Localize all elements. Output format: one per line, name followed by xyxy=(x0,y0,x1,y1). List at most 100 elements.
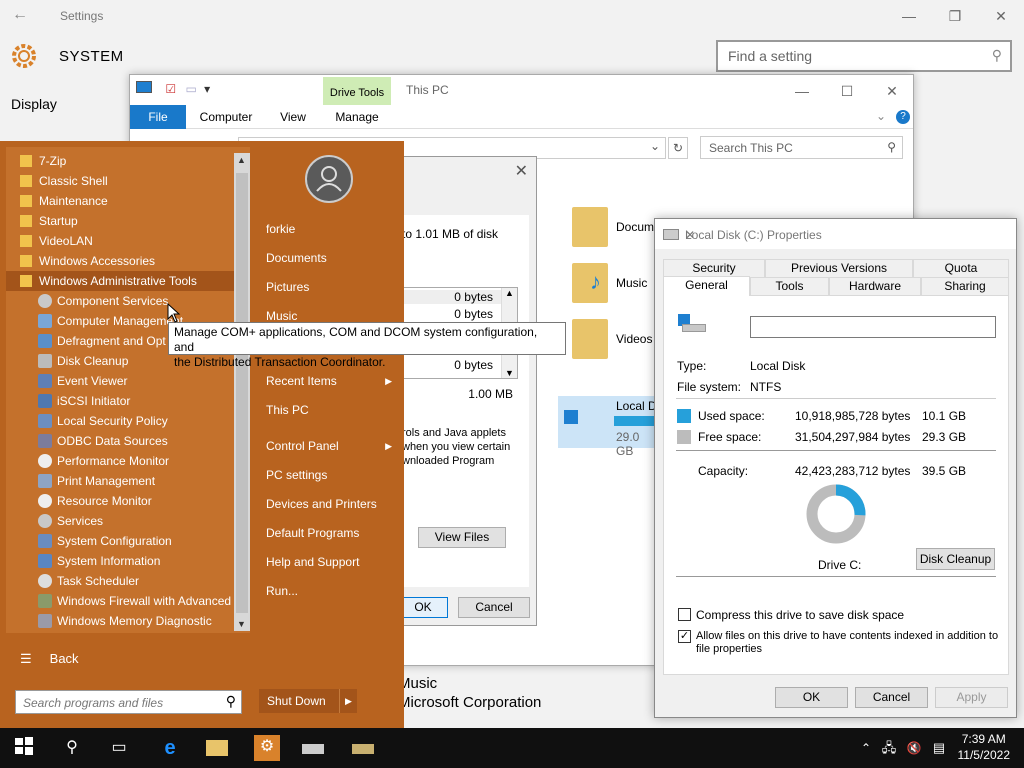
close-button[interactable]: ✕ xyxy=(978,4,1024,28)
folder-item-admin-tools[interactable]: Windows Administrative Tools xyxy=(6,271,238,291)
folder-icon[interactable] xyxy=(572,319,608,359)
folder-item-startup[interactable]: Startup xyxy=(6,211,238,231)
tool-item-iscsi[interactable]: iSCSI Initiator xyxy=(6,391,238,411)
folder-icon[interactable] xyxy=(572,207,608,247)
tool-item-print-management[interactable]: Print Management xyxy=(6,471,238,491)
tool-item-performance-monitor[interactable]: Performance Monitor xyxy=(6,451,238,471)
tab-security[interactable]: Security xyxy=(663,259,765,277)
search-icon[interactable]: ⚲ xyxy=(60,736,84,760)
view-files-button[interactable]: View Files xyxy=(418,527,506,548)
tab-general[interactable]: General xyxy=(663,276,750,296)
edge-icon[interactable]: e xyxy=(158,736,182,760)
quick-access-toolbar[interactable]: ☑ ▭ ▾ xyxy=(136,81,210,96)
user-name[interactable]: forkie xyxy=(266,222,295,236)
scrollbar-thumb[interactable] xyxy=(236,173,248,613)
folder-item-videolan[interactable]: VideoLAN xyxy=(6,231,238,251)
right-item-default-programs[interactable]: Default Programs xyxy=(266,526,359,540)
close-button[interactable]: ✕ xyxy=(515,161,528,181)
programs-scrollbar[interactable]: ▲ ▼ xyxy=(234,153,250,631)
search-input[interactable]: Search This PC ⚲ xyxy=(700,136,903,159)
volume-muted-icon[interactable]: 🔇 xyxy=(902,736,926,760)
notifications-icon[interactable]: ▤ xyxy=(927,736,951,760)
right-item-documents[interactable]: Documents xyxy=(266,251,327,265)
help-icon[interactable]: ? xyxy=(896,110,910,124)
folder-item-maintenance[interactable]: Maintenance xyxy=(6,191,238,211)
tool-item-odbc[interactable]: ODBC Data Sources xyxy=(6,431,238,451)
folder-item-classic-shell[interactable]: Classic Shell xyxy=(6,171,238,191)
folder-item-7zip[interactable]: 7-Zip xyxy=(6,151,238,171)
avatar[interactable] xyxy=(305,155,353,203)
right-item-run[interactable]: Run... xyxy=(266,584,298,598)
tab-previous-versions[interactable]: Previous Versions xyxy=(765,259,913,277)
windows-start-icon[interactable] xyxy=(12,736,36,760)
tab-view[interactable]: View xyxy=(270,105,316,129)
drive-label-input[interactable] xyxy=(750,316,996,338)
right-item-control-panel[interactable]: Control Panel xyxy=(266,439,339,453)
tool-item-windows-firewall[interactable]: Windows Firewall with Advanced xyxy=(6,591,238,611)
right-item-recent-items[interactable]: Recent Items xyxy=(266,374,337,388)
tool-item-component-services[interactable]: Component Services xyxy=(6,291,238,311)
ok-button[interactable]: OK xyxy=(398,597,448,618)
properties-icon[interactable]: ☑ xyxy=(165,82,176,96)
network-icon[interactable]: 🖧 xyxy=(877,736,901,760)
folder-videos[interactable]: Videos xyxy=(616,332,652,346)
disk-cleanup-button[interactable]: Disk Cleanup xyxy=(916,548,995,570)
tool-item-system-information[interactable]: System Information xyxy=(6,551,238,571)
new-folder-icon[interactable]: ▭ xyxy=(185,82,196,96)
tool-item-resource-monitor[interactable]: Resource Monitor xyxy=(6,491,238,511)
tool-item-task-scheduler[interactable]: Task Scheduler xyxy=(6,571,238,591)
cancel-button[interactable]: Cancel xyxy=(855,687,928,708)
tab-sharing[interactable]: Sharing xyxy=(921,277,1009,295)
tool-item-system-configuration[interactable]: System Configuration xyxy=(6,531,238,551)
chevron-up-icon[interactable]: ⌃ xyxy=(854,736,878,760)
tab-hardware[interactable]: Hardware xyxy=(829,277,921,295)
tab-computer[interactable]: Computer xyxy=(192,105,260,129)
right-item-help-support[interactable]: Help and Support xyxy=(266,555,359,569)
tab-tools[interactable]: Tools xyxy=(750,277,829,295)
find-setting-input[interactable]: Find a setting ⚲ xyxy=(716,40,1012,72)
chevron-up-icon[interactable]: ▲ xyxy=(237,155,246,165)
folder-music[interactable]: Music xyxy=(616,276,647,290)
ok-button[interactable]: OK xyxy=(775,687,848,708)
shutdown-options-button[interactable]: ▶ xyxy=(339,689,357,713)
right-item-pc-settings[interactable]: PC settings xyxy=(266,468,327,482)
back-button[interactable]: ☰ Back xyxy=(20,651,79,667)
cancel-button[interactable]: Cancel xyxy=(458,597,530,618)
tab-file[interactable]: File xyxy=(130,105,186,129)
tool-item-memory-diagnostic[interactable]: Windows Memory Diagnostic xyxy=(6,611,238,631)
drive-tile[interactable]: Local D 29.0 GB xyxy=(558,396,658,458)
chevron-down-icon[interactable]: ▼ xyxy=(237,619,246,629)
tool-item-local-security-policy[interactable]: Local Security Policy xyxy=(6,411,238,431)
settings-gear-icon[interactable]: ⚙ xyxy=(254,735,280,761)
tool-item-event-viewer[interactable]: Event Viewer xyxy=(6,371,238,391)
ribbon-expand-icon[interactable]: ⌄ xyxy=(876,109,886,123)
back-arrow-icon[interactable]: ← xyxy=(12,6,28,24)
compress-checkbox[interactable] xyxy=(678,608,691,621)
right-item-pictures[interactable]: Pictures xyxy=(266,280,309,294)
chevron-down-icon[interactable]: ▾ xyxy=(204,82,210,96)
restore-button[interactable]: ❐ xyxy=(932,4,978,28)
disk-drive-icon[interactable] xyxy=(302,736,326,760)
close-button[interactable]: ✕ xyxy=(685,228,1006,242)
chevron-down-icon[interactable]: ⌄ xyxy=(650,139,660,153)
right-item-this-pc[interactable]: This PC xyxy=(266,403,309,417)
file-explorer-icon[interactable] xyxy=(206,736,230,760)
folder-icon[interactable]: ♪ xyxy=(572,263,608,303)
shutdown-button[interactable]: Shut Down xyxy=(259,689,339,713)
tool-item-services[interactable]: Services xyxy=(6,511,238,531)
tab-quota[interactable]: Quota xyxy=(913,259,1009,277)
index-checkbox[interactable]: ✓ xyxy=(678,630,691,643)
folder-item-windows-accessories[interactable]: Windows Accessories xyxy=(6,251,238,271)
taskbar-clock[interactable]: 7:39 AM 11/5/2022 xyxy=(958,731,1011,763)
maximize-button[interactable]: ☐ xyxy=(824,79,870,103)
disk-cleanup-icon[interactable] xyxy=(352,736,376,760)
minimize-button[interactable]: — xyxy=(779,79,825,103)
nav-item-display[interactable]: Display xyxy=(11,96,57,112)
right-item-devices-printers[interactable]: Devices and Printers xyxy=(266,497,377,511)
apply-button[interactable]: Apply xyxy=(935,687,1008,708)
folder-documents[interactable]: Docum xyxy=(616,220,654,234)
task-view-icon[interactable]: ▭ xyxy=(107,736,131,760)
right-item-music[interactable]: Music xyxy=(266,309,297,323)
close-button[interactable]: ✕ xyxy=(869,79,915,103)
refresh-button[interactable]: ↻ xyxy=(668,137,688,159)
